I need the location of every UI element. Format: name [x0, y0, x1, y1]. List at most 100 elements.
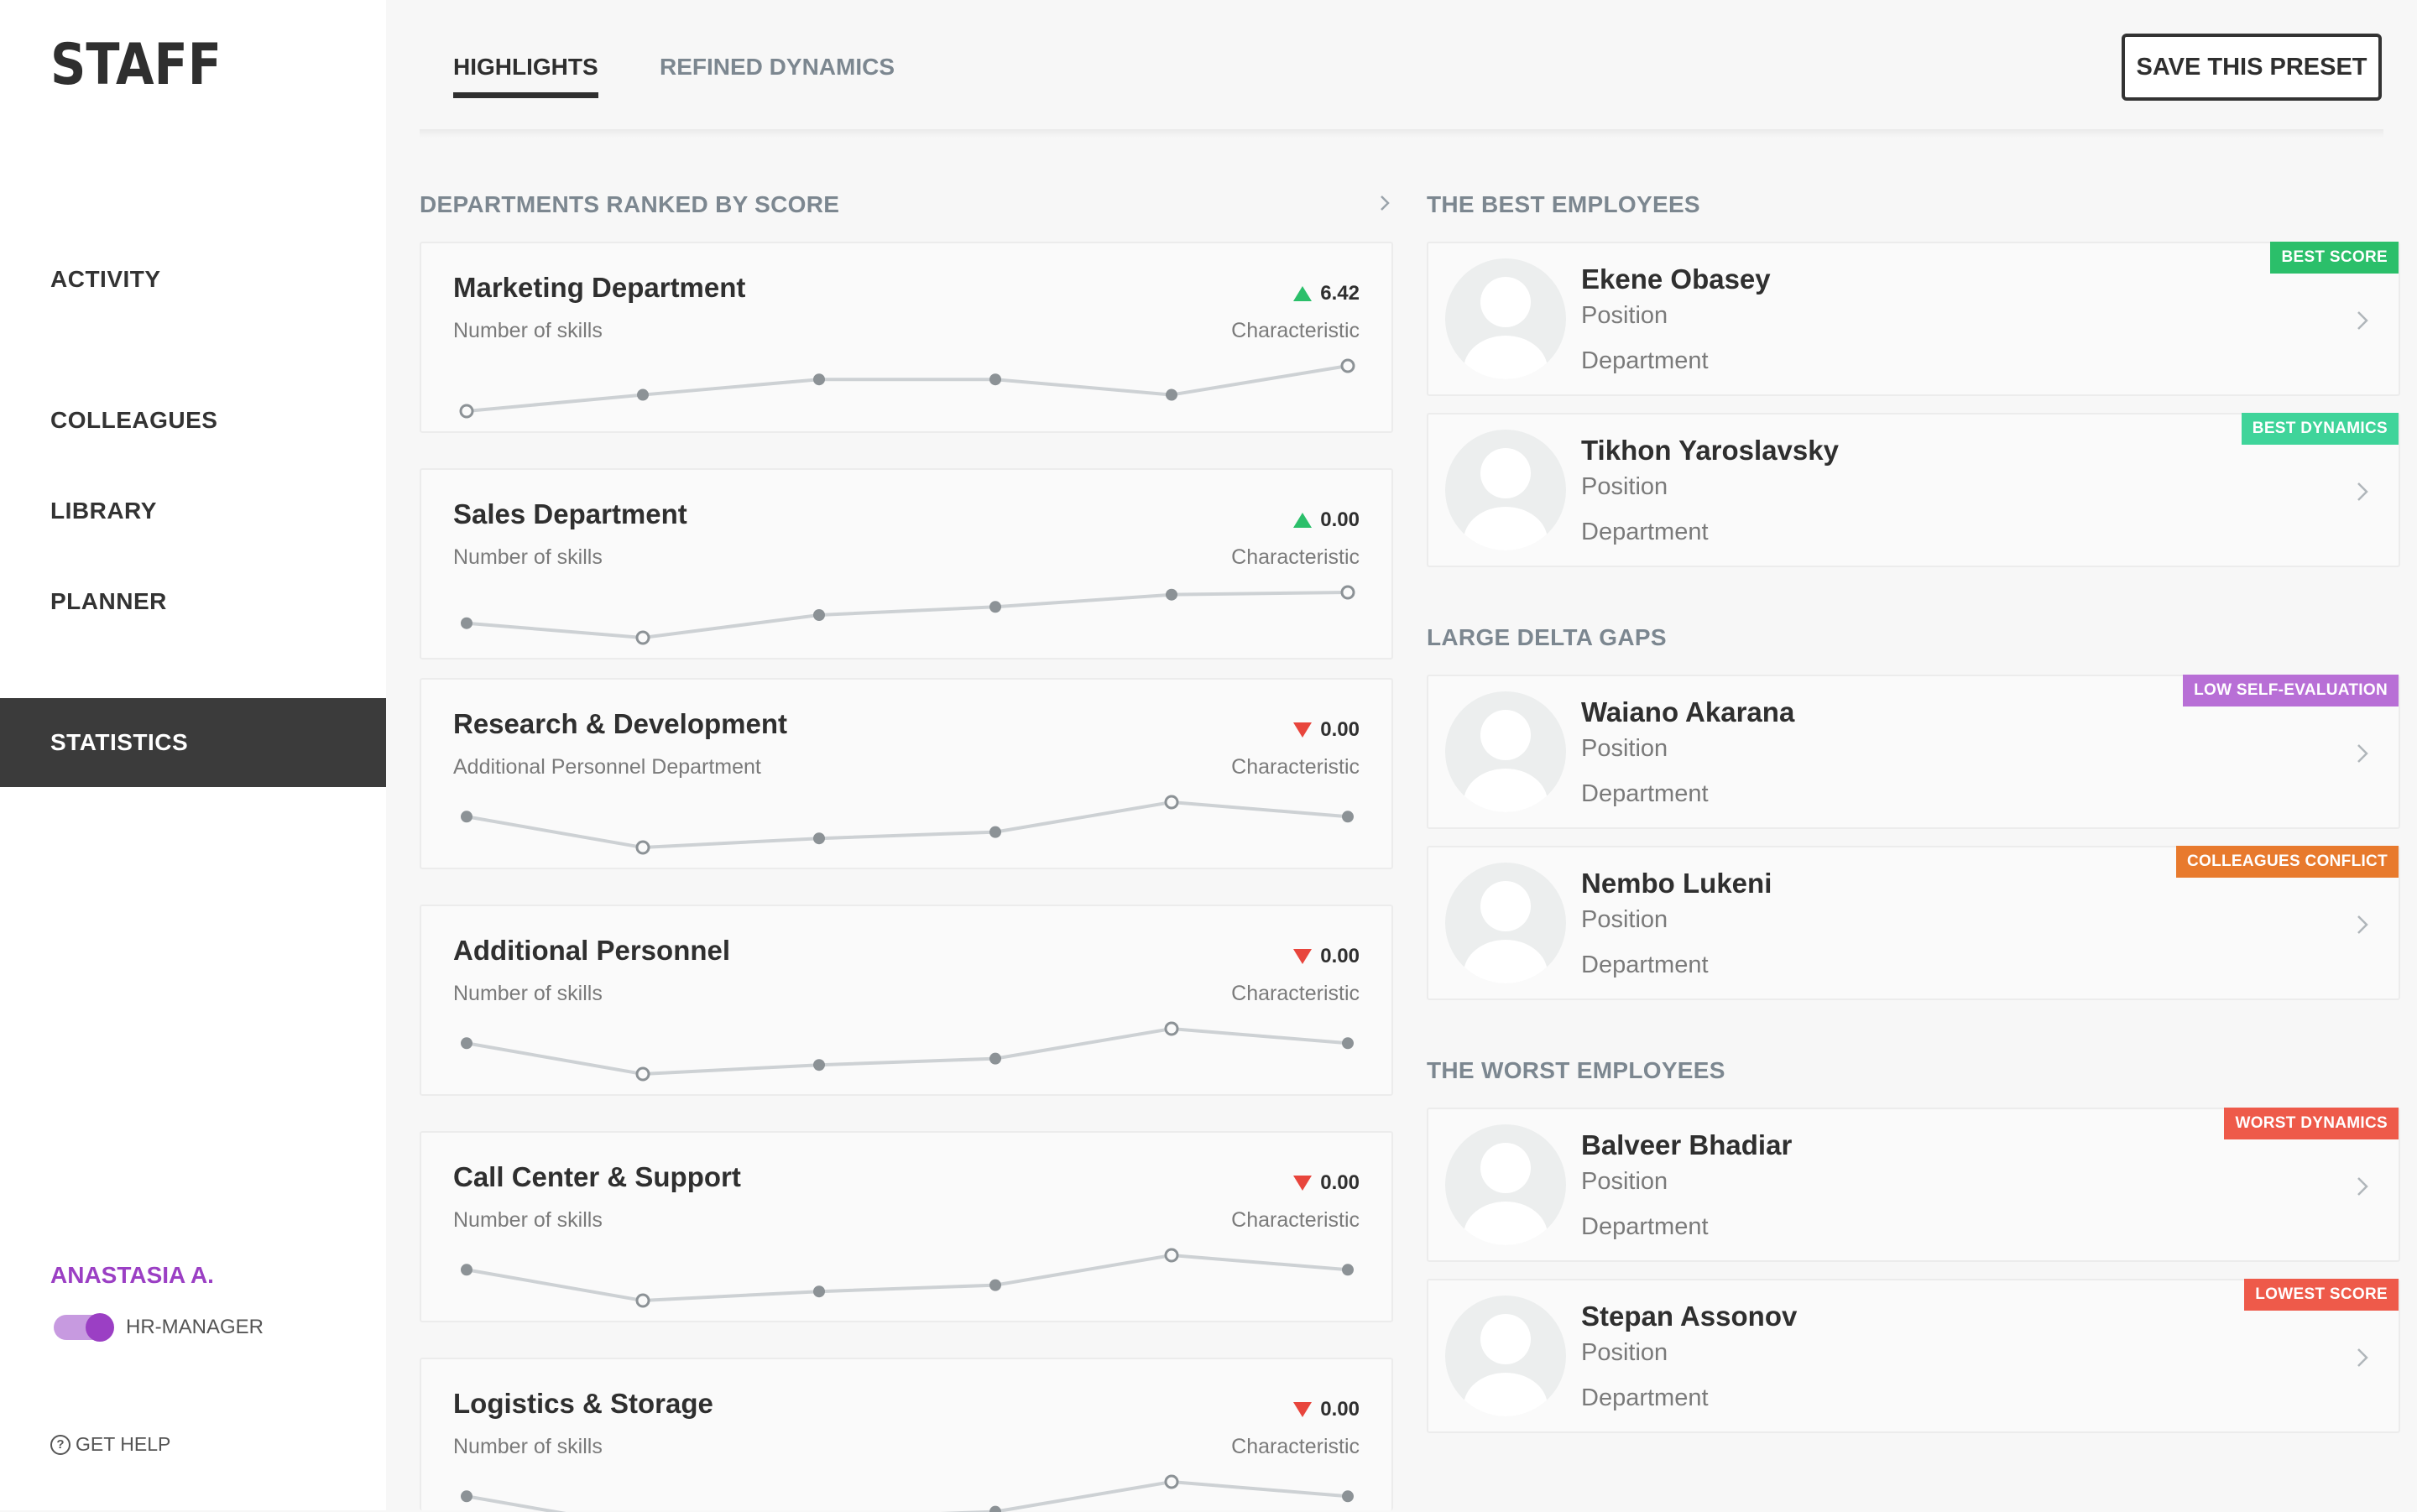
sparkline-point: [461, 1490, 472, 1503]
chevron-right-icon[interactable]: [1376, 195, 1393, 211]
sparkline-point: [1342, 1264, 1354, 1276]
department-card[interactable]: Logistics & Storage Number of skills Cha…: [420, 1358, 1393, 1512]
sparkline-point: [635, 630, 650, 645]
user-placeholder-icon: [1464, 1143, 1548, 1245]
sparkline-point: [813, 609, 825, 621]
sparkline-point: [989, 826, 1001, 838]
user-placeholder-icon: [1464, 277, 1548, 379]
chevron-right-icon: [2357, 1177, 2368, 1196]
sparkline-point: [813, 1059, 825, 1071]
sidebar-item-colleagues[interactable]: COLLEAGUES: [0, 376, 386, 465]
employee-department: Department: [1581, 1213, 1709, 1240]
employee-position: Position: [1581, 906, 1668, 933]
department-subtitle: Additional Personnel Department: [453, 755, 761, 779]
status-badge: LOW SELF-EVALUATION: [2183, 675, 2399, 706]
sparkline-point: [1342, 811, 1354, 823]
avatar: [1445, 1296, 1566, 1416]
department-sparkline: [459, 358, 1355, 419]
avatar: [1445, 430, 1566, 550]
sparkline-point: [1166, 588, 1177, 601]
get-help-link[interactable]: ? GET HELP: [50, 1433, 170, 1456]
department-score-value: 0.00: [1320, 508, 1360, 531]
employee-card[interactable]: Balveer Bhadiar Position Department WORS…: [1427, 1108, 2400, 1262]
department-sparkline: [461, 795, 1354, 855]
employee-card[interactable]: Nembo Lukeni Position Department COLLEAG…: [1427, 846, 2400, 1000]
department-score: 0.00: [1293, 718, 1360, 742]
employee-card[interactable]: Stepan Assonov Position Department LOWES…: [1427, 1279, 2400, 1433]
employee-card[interactable]: Ekene Obasey Position Department BEST SC…: [1427, 242, 2400, 396]
employee-card[interactable]: Tikhon Yaroslavsky Position Department B…: [1427, 413, 2400, 567]
sparkline-point: [813, 832, 825, 845]
employee-department: Department: [1581, 780, 1709, 807]
employee-name: Waiano Akarana: [1581, 696, 1795, 727]
worst-employees-title: THE WORST EMPLOYEES: [1427, 1057, 1725, 1083]
employee-department: Department: [1581, 1384, 1709, 1411]
employee-name: Balveer Bhadiar: [1581, 1129, 1793, 1160]
sparkline-line: [466, 1479, 1349, 1512]
department-subtitle: Number of skills: [453, 982, 603, 1005]
user-placeholder-icon: [1464, 710, 1548, 812]
department-sparkline: [461, 1248, 1354, 1308]
trend-up-icon: [1293, 513, 1313, 528]
trend-down-icon: [1293, 1402, 1313, 1417]
chevron-right-icon: [2357, 482, 2368, 501]
department-score-value: 0.00: [1320, 945, 1360, 967]
department-card[interactable]: Marketing Department Number of skills Ch…: [420, 242, 1393, 433]
department-characteristic: Characteristic: [1231, 1435, 1360, 1458]
sparkline-point: [1340, 358, 1355, 373]
sparkline-point: [1166, 388, 1177, 401]
sparkline-point: [635, 1293, 650, 1308]
trend-down-icon: [1293, 722, 1313, 738]
sparkline-line: [466, 1253, 1349, 1303]
sparkline-point: [989, 1505, 1001, 1512]
sparkline-point: [1164, 1248, 1179, 1263]
trend-down-icon: [1293, 949, 1313, 964]
department-card[interactable]: Call Center & Support Number of skills C…: [420, 1131, 1393, 1322]
employee-name: Nembo Lukeni: [1581, 868, 1772, 899]
department-subtitle: Number of skills: [453, 545, 603, 569]
employee-department: Department: [1581, 519, 1709, 545]
department-score-value: 0.00: [1320, 1398, 1360, 1421]
tab-refined-dynamics[interactable]: REFINED DYNAMICS: [660, 54, 895, 92]
sidebar-item-activity[interactable]: ACTIVITY: [0, 235, 386, 324]
sparkline-point: [989, 1052, 1001, 1065]
avatar: [1445, 863, 1566, 983]
avatar: [1445, 258, 1566, 379]
user-role: HR-MANAGER: [126, 1316, 264, 1338]
sparkline-point: [989, 373, 1001, 386]
sparkline-point: [989, 601, 1001, 613]
department-sparkline: [461, 1021, 1354, 1082]
employee-position: Position: [1581, 473, 1668, 500]
employee-name: Stepan Assonov: [1581, 1301, 1798, 1332]
sidebar-item-statistics[interactable]: STATISTICS: [0, 698, 386, 787]
sparkline-point: [635, 1066, 650, 1082]
employee-card[interactable]: Waiano Akarana Position Department LOW S…: [1427, 675, 2400, 829]
department-subtitle: Number of skills: [453, 319, 603, 342]
tab-highlights[interactable]: HIGHLIGHTS: [453, 54, 598, 98]
department-name: Research & Development: [453, 708, 787, 739]
employee-position: Position: [1581, 1168, 1668, 1195]
department-card[interactable]: Additional Personnel Number of skills Ch…: [420, 905, 1393, 1096]
department-card[interactable]: Research & Development Additional Person…: [420, 678, 1393, 869]
chevron-right-icon: [2357, 915, 2368, 934]
department-sparkline: [461, 585, 1355, 645]
status-badge: WORST DYNAMICS: [2224, 1108, 2399, 1139]
avatar: [1445, 1124, 1566, 1245]
department-score-value: 6.42: [1320, 282, 1360, 305]
department-sparkline: [461, 1474, 1354, 1512]
staff-logo[interactable]: STAFF: [50, 37, 222, 91]
sparkline-point: [989, 1279, 1001, 1291]
department-characteristic: Characteristic: [1231, 982, 1360, 1005]
department-name: Call Center & Support: [453, 1161, 741, 1192]
sparkline-point: [459, 404, 474, 419]
department-card[interactable]: Sales Department Number of skills Charac…: [420, 468, 1393, 660]
employee-department: Department: [1581, 952, 1709, 978]
department-score: 6.42: [1293, 282, 1360, 305]
status-badge: LOWEST SCORE: [2244, 1279, 2399, 1311]
department-characteristic: Characteristic: [1231, 755, 1360, 779]
role-toggle[interactable]: [54, 1313, 114, 1342]
sidebar-item-planner[interactable]: PLANNER: [0, 557, 386, 646]
sidebar-item-library[interactable]: LIBRARY: [0, 467, 386, 555]
avatar: [1445, 691, 1566, 812]
save-preset-button[interactable]: SAVE THIS PRESET: [2122, 34, 2382, 101]
